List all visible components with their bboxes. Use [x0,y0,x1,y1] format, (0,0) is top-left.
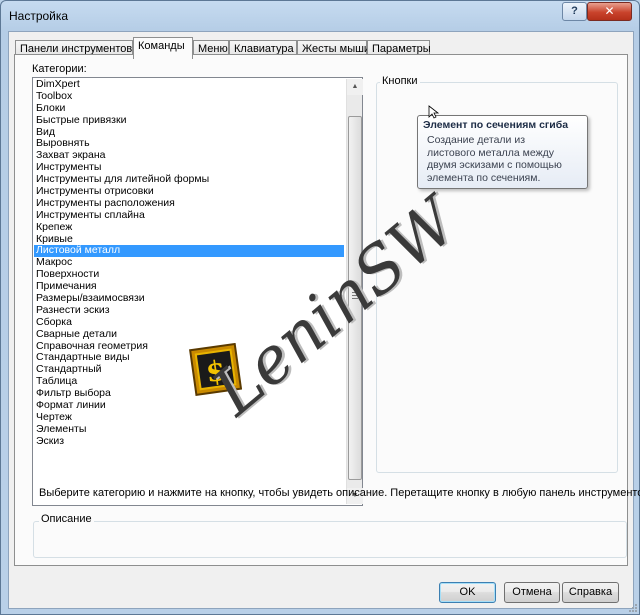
category-item[interactable]: Инструменты для литейной формы [34,174,344,186]
category-item[interactable]: Быстрые привязки [34,115,344,127]
category-item[interactable]: Toolbox [34,91,344,103]
ok-button[interactable]: OK [439,582,496,603]
category-item[interactable]: Захват экрана [34,150,344,162]
categories-label: Категории: [32,63,87,75]
category-item[interactable]: Выровнять [34,138,344,150]
category-item[interactable]: Блоки [34,103,344,115]
help-button[interactable]: Справка [562,582,619,603]
category-item[interactable]: DimXpert [34,79,344,91]
category-item[interactable]: Поверхности [34,269,344,281]
category-item[interactable]: Инструменты расположения [34,198,344,210]
category-item[interactable]: Чертеж [34,412,344,424]
category-item[interactable]: Вид [34,127,344,139]
scroll-up-icon[interactable]: ▲ [347,79,363,95]
buttons-group-label: Кнопки [380,75,420,87]
description-box [33,521,627,558]
mouse-cursor-icon [428,105,440,119]
resize-grip-icon[interactable] [627,602,637,612]
window-title: Настройка [9,9,69,23]
tab-commands[interactable]: Команды [133,37,193,59]
category-item[interactable]: Эскиз [34,436,344,448]
category-item[interactable]: Кривые [34,234,344,246]
customize-dialog: Настройка ? ✕ Панели инструментов Команд… [0,0,640,615]
category-item[interactable]: Крепеж [34,222,344,234]
title-bar[interactable]: Настройка ? ✕ [1,1,640,31]
tooltip-line: двумя эскизами с помощью [427,159,562,171]
close-button[interactable]: ✕ [587,2,632,21]
tooltip-line: элемента по сечениям. [427,171,541,184]
category-item[interactable]: Макрос [34,257,344,269]
help-title-button[interactable]: ? [562,2,587,21]
cancel-button[interactable]: Отмена [504,582,560,603]
category-item[interactable]: Инструменты отрисовки [34,186,344,198]
command-tooltip: Элемент по сечениям сгиба Создание детал… [417,115,588,189]
category-item[interactable]: Формат линии [34,400,344,412]
description-label: Описание [39,513,94,525]
tooltip-line: Создание детали из [427,134,526,146]
tooltip-line: листового металла между [427,146,555,159]
tooltip-body: Создание детали из листового металла меж… [423,134,582,184]
tooltip-title: Элемент по сечениям сгиба [423,119,569,131]
category-item[interactable]: Инструменты сплайна [34,210,344,222]
hint-text: Выберите категорию и нажмите на кнопку, … [39,487,640,499]
category-item[interactable]: Элементы [34,424,344,436]
category-item[interactable]: Листовой металл [34,245,344,258]
category-item[interactable]: Инструменты [34,162,344,174]
